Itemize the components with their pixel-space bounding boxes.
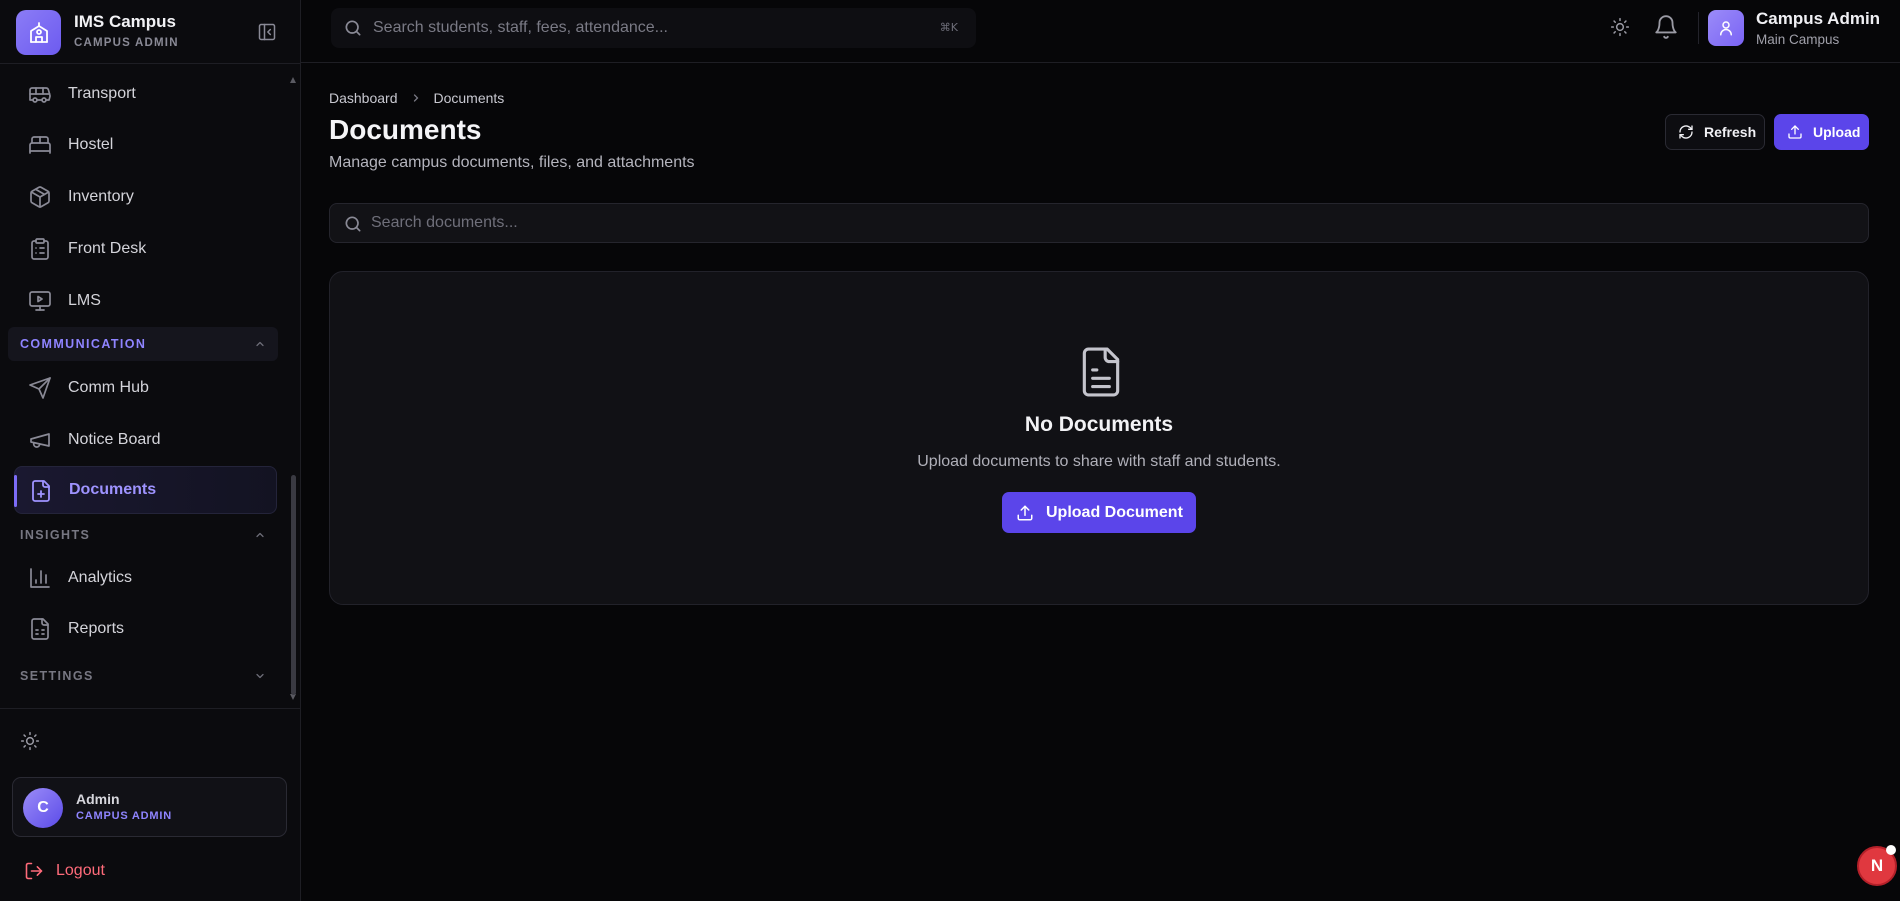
topbar: ⌘K Campus Admin Main Campus xyxy=(301,0,1900,63)
global-search[interactable]: ⌘K xyxy=(331,8,976,48)
user-role: CAMPUS ADMIN xyxy=(76,810,172,822)
bed-icon xyxy=(28,133,52,157)
section-communication[interactable]: COMMUNICATION xyxy=(8,327,278,361)
sidebar-footer: C Admin CAMPUS ADMIN Logout xyxy=(0,708,300,901)
sidebar-item-lms[interactable]: LMS xyxy=(14,277,277,325)
brand-title: IMS Campus xyxy=(74,12,177,31)
document-search-input[interactable] xyxy=(371,204,1851,242)
logout-label: Logout xyxy=(56,862,105,879)
monitor-play-icon xyxy=(28,289,52,313)
sidebar-collapse-icon[interactable] xyxy=(257,22,277,42)
upload-icon xyxy=(1787,124,1803,140)
profile-name[interactable]: Campus Admin xyxy=(1756,9,1880,29)
scroll-thumb[interactable] xyxy=(291,475,296,695)
section-label: INSIGHTS xyxy=(20,528,91,542)
avatar: C xyxy=(23,788,63,828)
logout-button[interactable]: Logout xyxy=(24,859,105,883)
sidebar-item-label: LMS xyxy=(68,292,101,309)
sidebar-item-label: Reports xyxy=(68,620,125,637)
refresh-label: Refresh xyxy=(1704,124,1757,140)
upload-document-button[interactable]: Upload Document xyxy=(1002,492,1196,533)
page-title: Documents xyxy=(329,114,482,145)
user-card[interactable]: C Admin CAMPUS ADMIN xyxy=(12,777,287,837)
profile-campus: Main Campus xyxy=(1756,32,1840,47)
chevron-up-icon xyxy=(254,338,266,350)
package-icon xyxy=(28,185,52,209)
global-search-input[interactable] xyxy=(373,8,913,48)
upload-document-label: Upload Document xyxy=(1046,503,1183,521)
sidebar-item-transport[interactable]: Transport xyxy=(14,70,277,118)
sun-icon[interactable] xyxy=(1610,17,1630,37)
section-label: COMMUNICATION xyxy=(20,337,147,351)
user-icon[interactable] xyxy=(1708,10,1744,46)
sidebar-nav: Transport Hostel Inventory Front Desk LM… xyxy=(0,70,290,704)
bar-chart-icon xyxy=(28,566,52,590)
refresh-button[interactable]: Refresh xyxy=(1665,114,1765,150)
megaphone-icon xyxy=(28,428,52,452)
sidebar-item-label: Transport xyxy=(68,85,136,102)
upload-button[interactable]: Upload xyxy=(1774,114,1869,150)
sidebar-scrollbar[interactable] xyxy=(289,72,297,706)
sun-icon[interactable] xyxy=(20,731,40,751)
page-subtitle: Manage campus documents, files, and atta… xyxy=(329,154,695,171)
search-icon xyxy=(343,18,363,38)
sidebar-item-label: Notice Board xyxy=(68,431,161,448)
clipboard-icon xyxy=(28,237,52,261)
sidebar-item-notice-board[interactable]: Notice Board xyxy=(14,416,277,464)
breadcrumb: Dashboard Documents xyxy=(329,90,504,106)
bell-icon[interactable] xyxy=(1653,14,1679,40)
sidebar-item-label: Inventory xyxy=(68,188,134,205)
sidebar-item-label: Hostel xyxy=(68,136,114,153)
refresh-icon xyxy=(1678,124,1694,140)
logout-icon xyxy=(24,861,44,881)
send-icon xyxy=(28,376,52,400)
brand-header: IMS Campus CAMPUS ADMIN xyxy=(0,0,300,64)
chevron-down-icon xyxy=(254,670,266,682)
sidebar-item-documents[interactable]: Documents xyxy=(14,466,277,514)
empty-state-text: Upload documents to share with staff and… xyxy=(917,453,1281,470)
sidebar-item-comm-hub[interactable]: Comm Hub xyxy=(14,364,277,412)
breadcrumb-documents: Documents xyxy=(433,90,505,106)
sidebar-item-analytics[interactable]: Analytics xyxy=(14,554,277,602)
sidebar-item-label: Comm Hub xyxy=(68,379,149,396)
file-spreadsheet-icon xyxy=(28,617,52,641)
upload-icon xyxy=(1016,504,1034,522)
section-insights[interactable]: INSIGHTS xyxy=(8,518,278,552)
bus-icon xyxy=(28,82,52,106)
chevron-right-icon xyxy=(410,92,422,104)
empty-state-card: No Documents Upload documents to share w… xyxy=(329,271,1869,605)
school-icon xyxy=(16,10,61,55)
status-dot xyxy=(1886,845,1896,855)
sidebar-item-label: Documents xyxy=(69,481,157,498)
section-label: SETTINGS xyxy=(20,669,94,683)
search-shortcut: ⌘K xyxy=(939,21,958,34)
document-search[interactable] xyxy=(329,203,1869,243)
search-icon xyxy=(343,214,363,234)
file-plus-icon xyxy=(29,479,53,503)
sidebar-item-label: Front Desk xyxy=(68,240,147,257)
sidebar-item-front-desk[interactable]: Front Desk xyxy=(14,225,277,273)
brand-subtitle: CAMPUS ADMIN xyxy=(74,37,179,49)
user-name: Admin xyxy=(76,791,120,807)
file-text-icon xyxy=(1076,344,1126,400)
upload-label: Upload xyxy=(1813,124,1861,140)
chevron-up-icon xyxy=(254,529,266,541)
sidebar-item-inventory[interactable]: Inventory xyxy=(14,173,277,221)
breadcrumb-dashboard[interactable]: Dashboard xyxy=(329,90,398,106)
empty-state-title: No Documents xyxy=(1024,413,1174,436)
sidebar-item-label: Analytics xyxy=(68,569,133,586)
sidebar-item-hostel[interactable]: Hostel xyxy=(14,121,277,169)
sidebar-item-reports[interactable]: Reports xyxy=(14,605,277,653)
sidebar: IMS Campus CAMPUS ADMIN Transport Hostel… xyxy=(0,0,301,901)
section-settings[interactable]: SETTINGS xyxy=(8,659,278,693)
topbar-divider xyxy=(1698,12,1699,44)
